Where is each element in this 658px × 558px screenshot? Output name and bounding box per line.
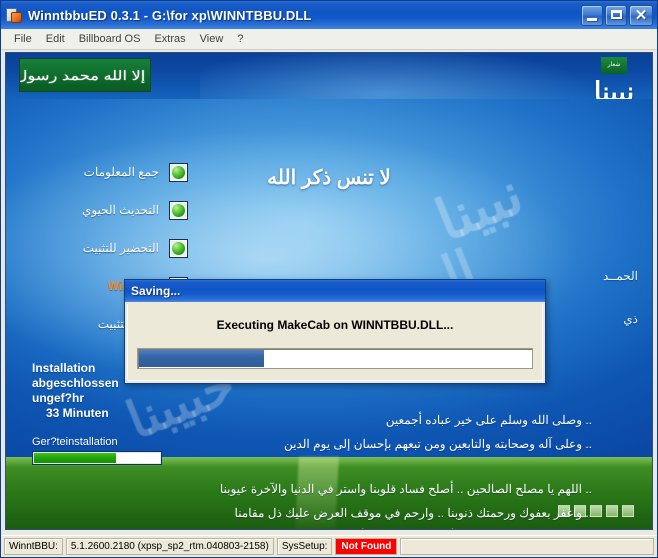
window-controls: ✕ [581, 4, 655, 26]
install-status-minutes: 33 Minuten [46, 406, 109, 420]
install-status-line-3: ungef?hr [32, 391, 84, 405]
app-icon [5, 6, 23, 24]
title-bar[interactable]: WinntbbuED 0.3.1 - G:\for xp\WINNTBBU.DL… [1, 1, 657, 29]
status-winntbbu-label: WinntBBU: [4, 538, 63, 555]
billboard-header: لا إله إلا الله محمد رسول الله شعار نبين… [6, 53, 652, 99]
billboard-body-line-3: .. اللهم يا مصلح الصالحين .. أصلح فساد ق… [219, 482, 592, 496]
billboard-body-line-4: .. واغفر بعفوك ورحمتك ذنوبنا .. وارحم في… [234, 506, 592, 520]
close-icon: ✕ [634, 6, 648, 24]
status-syssetup-badge-panel: Not Found [335, 538, 398, 555]
flag-banner: لا إله إلا الله محمد رسول الله [19, 58, 151, 92]
device-installation-progress-fill [34, 453, 116, 463]
maximize-button[interactable] [605, 4, 627, 26]
saving-dialog[interactable]: Saving... Executing MakeCab on WINNTBBU.… [124, 279, 546, 384]
nabina-logo: شعار نبينا [586, 55, 642, 99]
tray-icon-5 [622, 505, 634, 517]
install-status-line-2: abgeschlossen [32, 376, 119, 390]
saving-dialog-title: Saving... [131, 284, 181, 298]
billboard-preview[interactable]: لا إله إلا الله محمد رسول الله شعار نبين… [5, 52, 653, 530]
device-installation-progressbar [32, 451, 162, 465]
billboard-body-line-1: .. وصلى الله وسلم على خير عباده أجمعين [385, 413, 592, 427]
window-title: WinntbbuED 0.3.1 - G:\for xp\WINNTBBU.DL… [28, 7, 312, 23]
nabina-emblem-icon: شعار [601, 57, 627, 74]
client-area: لا إله إلا الله محمد رسول الله شعار نبين… [1, 50, 657, 535]
minimize-icon [587, 17, 597, 21]
menu-item-help[interactable]: ? [230, 31, 250, 47]
step-bullet-icon-1 [169, 162, 188, 182]
step-bullet-icon-2 [169, 200, 188, 220]
menu-item-edit[interactable]: Edit [39, 31, 72, 47]
saving-progressbar [137, 348, 533, 369]
status-version-value: 5.1.2600.2180 (xpsp_sp2_rtm.040803-2158) [65, 538, 274, 555]
close-button[interactable]: ✕ [629, 4, 653, 26]
tray-icon-4 [606, 505, 618, 517]
nabina-wordmark: نبينا [593, 77, 635, 99]
billboard-right-line-2: ذي [623, 312, 638, 326]
step-label-3: التحضير للتثبيت [82, 241, 159, 255]
menu-item-extras[interactable]: Extras [147, 31, 192, 47]
billboard-right-line-1: الحمــد [602, 269, 638, 283]
step-label-2: التحديث الحيوي [81, 203, 159, 217]
saving-dialog-body: Executing MakeCab on WINNTBBU.DLL... [127, 304, 543, 381]
step-label-1: جمع المعلومات [83, 165, 159, 179]
step-row-preparing-installation[interactable]: التحضير للتثبيت [28, 237, 188, 259]
saving-dialog-titlebar[interactable]: Saving... [125, 280, 545, 302]
step-row-dynamic-update[interactable]: التحديث الحيوي [28, 199, 188, 221]
step-row-gathering-information[interactable]: جمع المعلومات [28, 161, 188, 183]
menu-item-view[interactable]: View [193, 31, 231, 47]
device-installation-label: Ger?teinstallation [32, 436, 118, 448]
menu-bar: File Edit Billboard OS Extras View ? [1, 29, 657, 50]
minimize-button[interactable] [581, 4, 603, 26]
device-installation-group: Ger?teinstallation [32, 436, 192, 465]
billboard-body-line-2: .. وعلى آله وصحابته والتابعين ومن تبعهم … [283, 437, 592, 451]
application-window: WinntbbuED 0.3.1 - G:\for xp\WINNTBBU.DL… [0, 0, 658, 558]
maximize-icon [611, 9, 622, 19]
install-status-line-1: Installation [32, 361, 96, 375]
header-glow [199, 53, 652, 99]
menu-item-file[interactable]: File [7, 31, 39, 47]
saving-progress-fill [139, 350, 265, 367]
menu-item-billboard-os[interactable]: Billboard OS [72, 31, 148, 47]
saving-dialog-message: Executing MakeCab on WINNTBBU.DLL... [216, 318, 454, 332]
status-syssetup-badge: Not Found [336, 539, 397, 554]
status-syssetup-label: SysSetup: [276, 538, 333, 555]
step-bullet-icon-3 [169, 238, 188, 258]
status-spacer-panel [400, 538, 654, 555]
status-bar: WinntBBU: 5.1.2600.2180 (xpsp_sp2_rtm.04… [1, 535, 657, 557]
flag-shahada-text: لا إله إلا الله محمد رسول الله [19, 67, 150, 83]
